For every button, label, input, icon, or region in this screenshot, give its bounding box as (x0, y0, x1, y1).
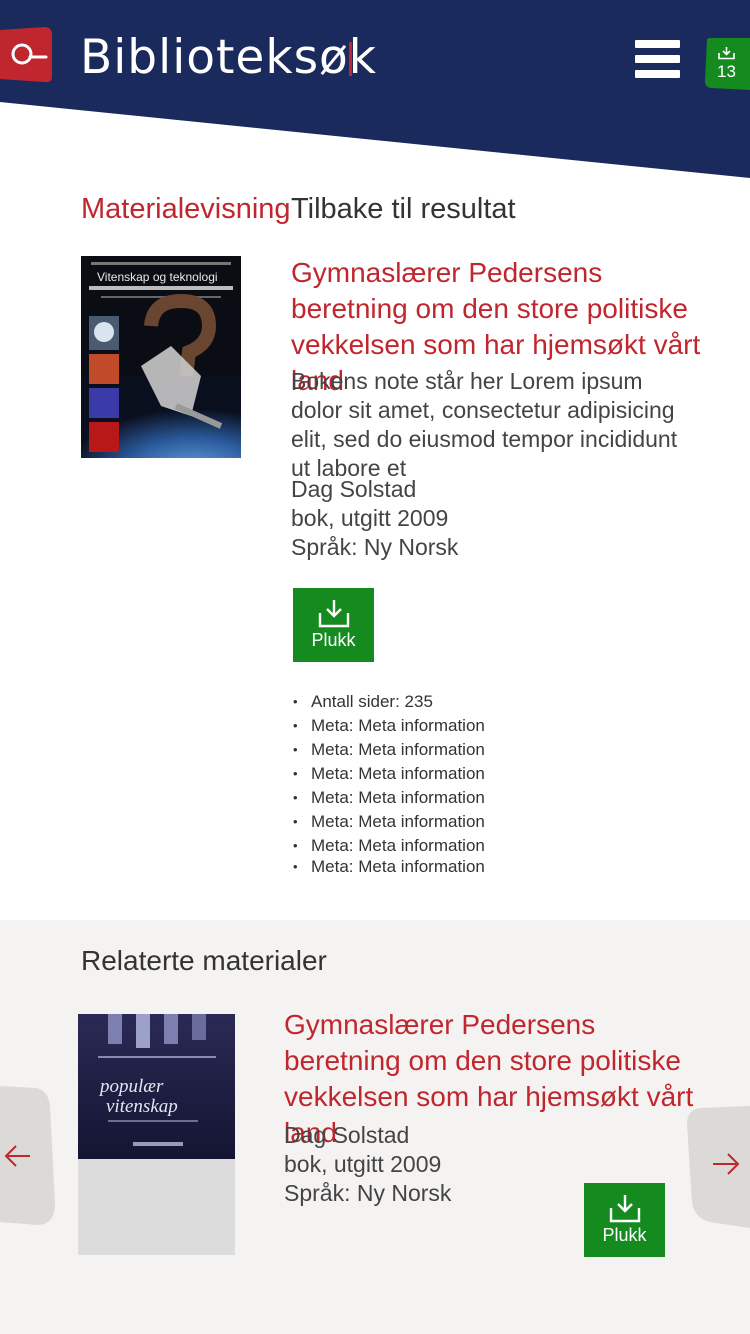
related-cover-image[interactable]: populær vitenskap (78, 1014, 235, 1255)
material-note: Bokens note står her Lorem ipsum dolor s… (291, 368, 678, 481)
download-icon (609, 1195, 640, 1223)
metadata-item: • Meta: Meta information (293, 740, 485, 759)
metadata-text: Meta: Meta information (311, 836, 485, 855)
related-details: Dag Solstad bok, utgitt 2009 Språk: Ny N… (284, 1121, 584, 1208)
arrow-right-icon[interactable] (686, 1106, 750, 1228)
related-author: Dag Solstad (284, 1122, 410, 1148)
metadata-text: Meta: Meta information (311, 857, 485, 876)
menu-button[interactable] (635, 40, 680, 78)
metadata-item: • Meta: Meta information (293, 836, 485, 855)
menu-bar (635, 70, 680, 78)
metadata-text: Meta: Meta information (311, 788, 485, 807)
metadata-text: Meta: Meta information (311, 812, 485, 831)
back-to-results-link[interactable]: Tilbake til resultat (291, 190, 516, 228)
header-background (0, 0, 750, 178)
book-cover-populaer-vitenskap: populær vitenskap (78, 1014, 235, 1159)
related-heading: Relaterte materialer (81, 945, 327, 976)
metadata-item: • Meta: Meta information (293, 857, 485, 876)
material-author: Dag Solstad (291, 476, 417, 502)
download-icon (718, 47, 735, 60)
material-type-year: bok, utgitt 2009 (291, 505, 449, 531)
menu-bar (635, 55, 680, 63)
download-icon (318, 600, 349, 628)
metadata-text: Meta: Meta information (311, 764, 485, 783)
breadcrumb-current: Materialevisning (81, 193, 291, 225)
metadata-item: • Meta: Meta information (293, 788, 485, 807)
metadata-text: Meta: Meta information (311, 740, 485, 759)
svg-text:Vitenskap og teknologi: Vitenskap og teknologi (97, 270, 218, 284)
metadata-item: • Antall sider: 235 (293, 692, 433, 711)
metadata-text: Meta: Meta information (311, 716, 485, 735)
svg-text:populær: populær (98, 1076, 164, 1097)
metadata-item: • Meta: Meta information (293, 764, 485, 783)
pick-button[interactable]: Plukk (293, 588, 374, 662)
svg-text:vitenskap: vitenskap (106, 1096, 178, 1117)
menu-bar (635, 40, 680, 48)
picked-count: 13 (717, 62, 736, 81)
related-materials-section: Relaterte materialer populær vitenskap G… (0, 920, 750, 1334)
pick-button-label: Plukk (311, 630, 356, 650)
metadata-text: Antall sider: 235 (311, 692, 433, 711)
book-cover-image[interactable]: Vitenskap og teknologi (81, 256, 241, 458)
related-type-year: bok, utgitt 2009 (284, 1151, 442, 1177)
picked-list-button[interactable]: 13 (703, 38, 750, 90)
arrow-left-icon[interactable] (0, 1086, 56, 1226)
metadata-item: • Meta: Meta information (293, 812, 485, 831)
metadata-list: • Antall sider: 235 • Meta: Meta informati… (293, 690, 485, 876)
pick-button-label: Plukk (602, 1225, 647, 1245)
metadata-item: • Meta: Meta information (293, 716, 485, 735)
material-language: Språk: Ny Norsk (291, 534, 459, 560)
text-caret (349, 42, 352, 76)
material-details: Dag Solstad bok, utgitt 2009 Språk: Ny N… (291, 475, 691, 562)
related-language: Språk: Ny Norsk (284, 1180, 452, 1206)
search-logo-icon[interactable] (0, 27, 52, 83)
app-title: Biblioteksøk (80, 30, 378, 85)
related-pick-button[interactable]: Plukk (584, 1183, 665, 1257)
